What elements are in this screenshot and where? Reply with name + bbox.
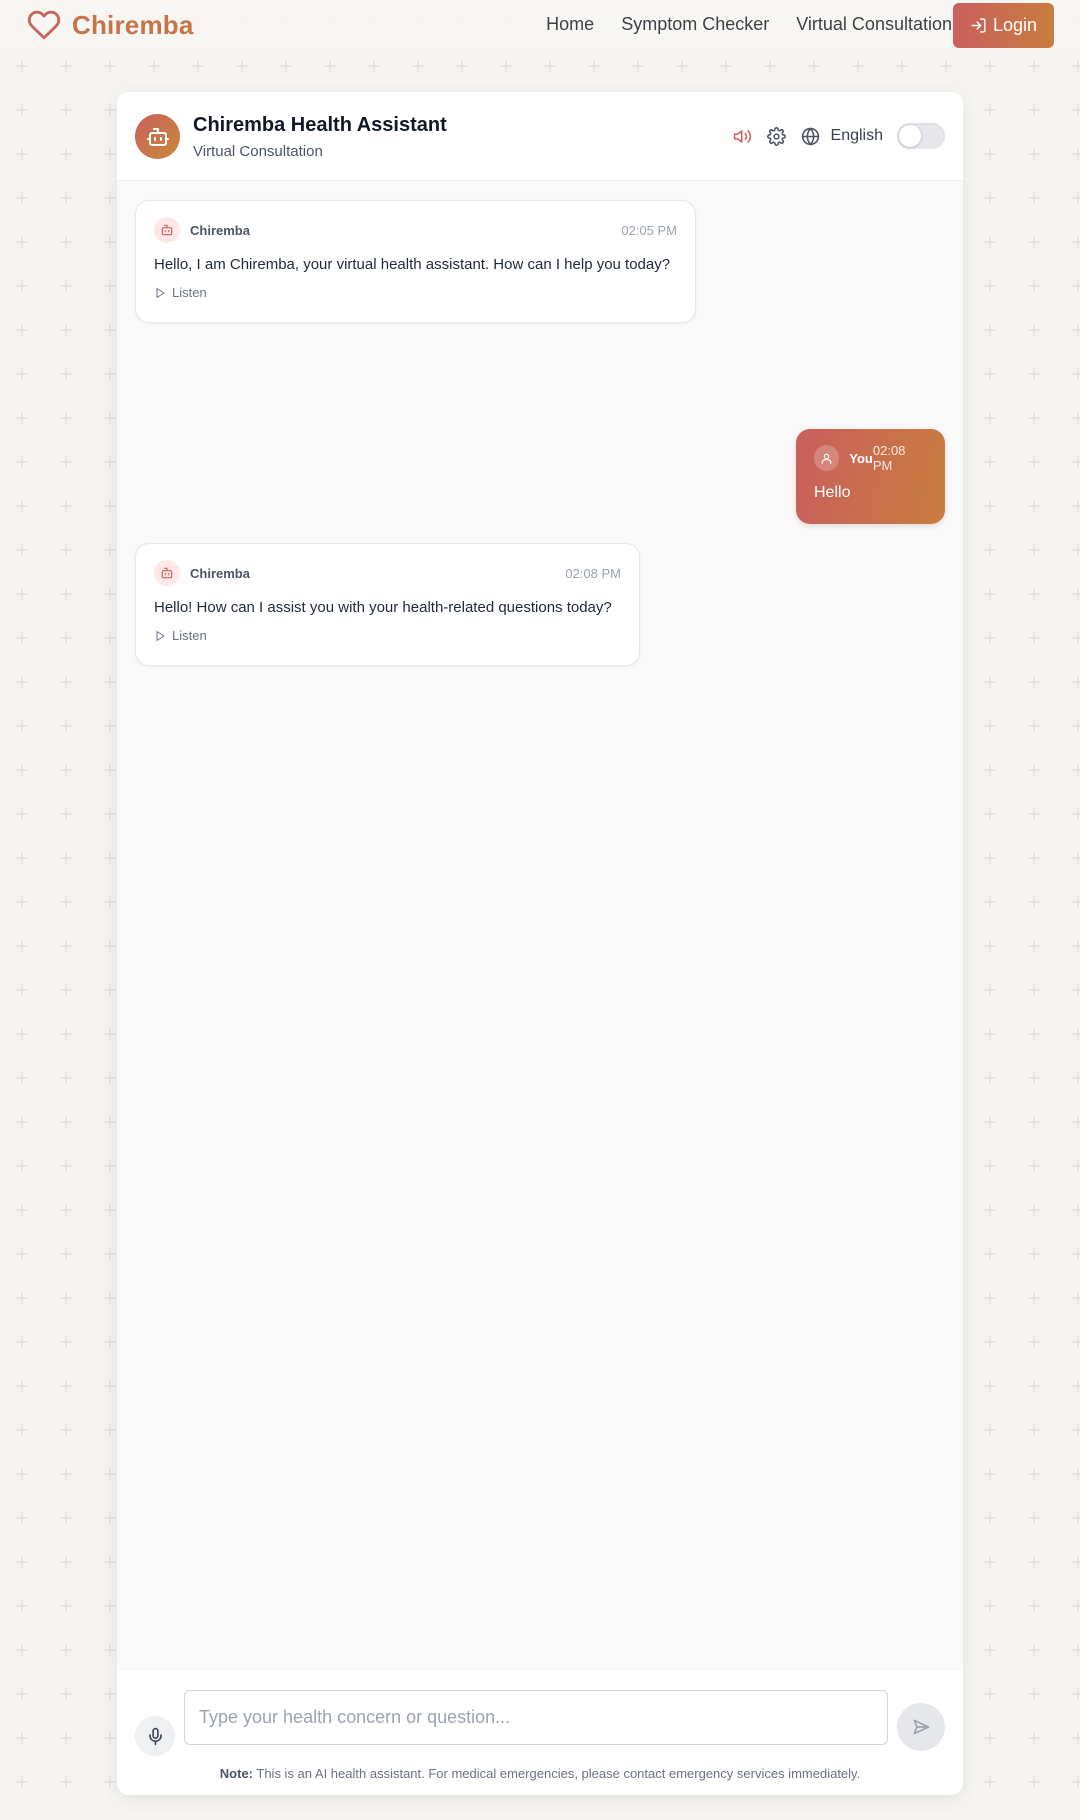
message-text: Hello xyxy=(814,484,851,501)
message-list: Chiremba 02:05 PM Hello, I am Chiremba, … xyxy=(117,181,963,1761)
chat-header: Chiremba Health Assistant Virtual Consul… xyxy=(117,92,963,181)
note-label: Note: xyxy=(219,1766,253,1781)
speaker-icon[interactable] xyxy=(733,126,753,146)
listen-button[interactable]: Listen xyxy=(154,285,677,300)
message-header: Chiremba 02:08 PM xyxy=(154,560,621,586)
top-navbar: Chiremba Home Symptom Checker Virtual Co… xyxy=(0,0,1080,50)
bot-icon xyxy=(161,567,173,579)
listen-label: Listen xyxy=(172,628,207,643)
nav-link-virtual-consultation[interactable]: Virtual Consultation xyxy=(796,14,952,35)
send-icon xyxy=(913,1719,930,1735)
globe-icon[interactable] xyxy=(801,126,821,146)
brand-name: Chiremba xyxy=(72,9,194,40)
gear-icon[interactable] xyxy=(767,126,787,146)
note-text: This is an AI health assistant. For medi… xyxy=(256,1766,861,1781)
brand-logo[interactable]: Chiremba xyxy=(26,8,194,42)
user-icon xyxy=(821,453,832,464)
message-sender: Chiremba xyxy=(190,565,250,581)
chat-card: Chiremba Health Assistant Virtual Consul… xyxy=(117,92,963,1795)
bot-message: Chiremba 02:05 PM Hello, I am Chiremba, … xyxy=(135,200,696,323)
language-label: English xyxy=(830,127,883,144)
chat-input[interactable] xyxy=(184,1690,888,1745)
mic-button[interactable] xyxy=(135,1716,175,1756)
listen-button[interactable]: Listen xyxy=(154,628,621,643)
bot-avatar xyxy=(135,114,180,159)
mic-icon xyxy=(148,1727,162,1745)
nav-links: Home Symptom Checker Virtual Consultatio… xyxy=(546,14,952,35)
message-sender: Chiremba xyxy=(190,222,250,238)
message-composer: Note: This is an AI health assistant. Fo… xyxy=(117,1671,963,1795)
nav-link-home[interactable]: Home xyxy=(546,14,594,35)
login-icon xyxy=(971,18,986,33)
bot-mini-avatar xyxy=(154,217,180,243)
bot-icon xyxy=(161,224,173,236)
play-icon xyxy=(156,287,165,298)
message-sender: You xyxy=(849,450,873,466)
disclaimer-note: Note: This is an AI health assistant. Fo… xyxy=(117,1766,963,1781)
message-time: 02:08 PM xyxy=(872,443,906,473)
toggle-knob xyxy=(899,125,921,147)
heart-icon xyxy=(27,10,61,40)
chat-subtitle: Virtual Consultation xyxy=(193,143,323,160)
login-button[interactable]: Login xyxy=(953,3,1054,48)
user-avatar xyxy=(814,445,840,471)
language-toggle[interactable] xyxy=(897,123,945,149)
bot-mini-avatar xyxy=(154,560,180,586)
bot-icon xyxy=(146,127,169,146)
nav-link-symptom-checker[interactable]: Symptom Checker xyxy=(621,14,769,35)
login-label: Login xyxy=(992,15,1038,35)
message-header: You 02:08 PM xyxy=(814,443,927,473)
message-header: Chiremba 02:05 PM xyxy=(154,217,677,243)
play-icon xyxy=(156,630,165,641)
chat-title: Chiremba Health Assistant xyxy=(193,114,447,136)
listen-label: Listen xyxy=(172,285,207,300)
user-message: You 02:08 PM Hello xyxy=(796,429,945,524)
send-button[interactable] xyxy=(897,1703,945,1751)
message-time: 02:08 PM xyxy=(565,565,621,581)
message-text: Hello, I am Chiremba, your virtual healt… xyxy=(154,256,671,273)
bot-message: Chiremba 02:08 PM Hello! How can I assis… xyxy=(135,543,640,666)
header-tools: English xyxy=(733,123,945,149)
message-time: 02:05 PM xyxy=(621,222,677,238)
message-text: Hello! How can I assist you with your he… xyxy=(154,599,612,616)
